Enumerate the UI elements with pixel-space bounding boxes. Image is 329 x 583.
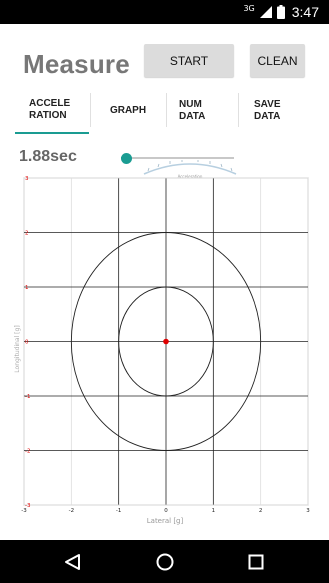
x-tick-label: -3 [21,508,27,514]
tab-num-data-label-line1: NUM [179,99,202,110]
tab-save-data-label-line2: DATA [254,111,281,122]
tab-acceleration-label-line2: RATION [29,110,67,121]
tab-num-data-label-line2: DATA [179,111,206,122]
navigation-bar [0,540,329,583]
elapsed-time-readout: 1.88sec [19,148,77,165]
status-bar: 3G 3:47 [0,0,329,24]
recents-icon[interactable] [245,551,267,573]
data-point [163,338,169,345]
x-tick-label: 2 [259,508,263,514]
y-tick-label: 1 [25,285,29,291]
app-title: Measure [23,49,130,79]
time-slider-thumb[interactable] [120,153,132,164]
x-tick-label: -2 [69,508,74,514]
clean-button[interactable]: CLEAN [250,44,305,77]
tab-acceleration[interactable]: ACCELE RATION [15,88,89,134]
x-tick-label: 0 [164,508,168,514]
battery-icon [276,5,285,19]
y-tick-label: -1 [25,394,30,400]
tab-save-data[interactable]: SAVE DATA [239,88,310,134]
y-tick-label: 0 [25,340,29,346]
tab-graph[interactable]: GRAPH [91,88,165,134]
tab-num-data[interactable]: NUM DATA [167,88,237,134]
x-tick-label: 3 [306,508,310,514]
x-tick-label: 1 [212,508,216,514]
tab-save-data-label-line1: SAVE [254,99,281,110]
tab-acceleration-label-line1: ACCELE [29,98,71,109]
y-tick-label: 3 [25,176,29,182]
status-icons: 3G 3:47 [243,0,319,24]
data-points [163,338,169,345]
time-slider[interactable] [120,153,234,164]
y-tick-label: 2 [25,231,29,237]
x-axis-label: Lateral [g] [147,517,184,525]
signal-icon [259,6,272,18]
home-icon[interactable] [154,551,176,573]
status-time: 3:47 [291,4,319,20]
g-g-diagram-chart[interactable]: 3210-1-2-3-3 -2 -1 0 1 2 3 Lateral [g] Longitu… [0,168,329,530]
x-tick-label: -1 [116,508,121,514]
network-type-label: 3G [243,3,255,13]
y-tick-label: -2 [25,449,30,455]
start-button[interactable]: START [144,44,234,77]
tab-bar: ACCELE RATION GRAPH NUM DATA SAVE DATA [15,88,310,134]
y-axis-label: Longitudinal [g] [14,325,21,372]
tab-graph-label: GRAPH [109,105,147,116]
back-icon[interactable] [62,551,84,573]
